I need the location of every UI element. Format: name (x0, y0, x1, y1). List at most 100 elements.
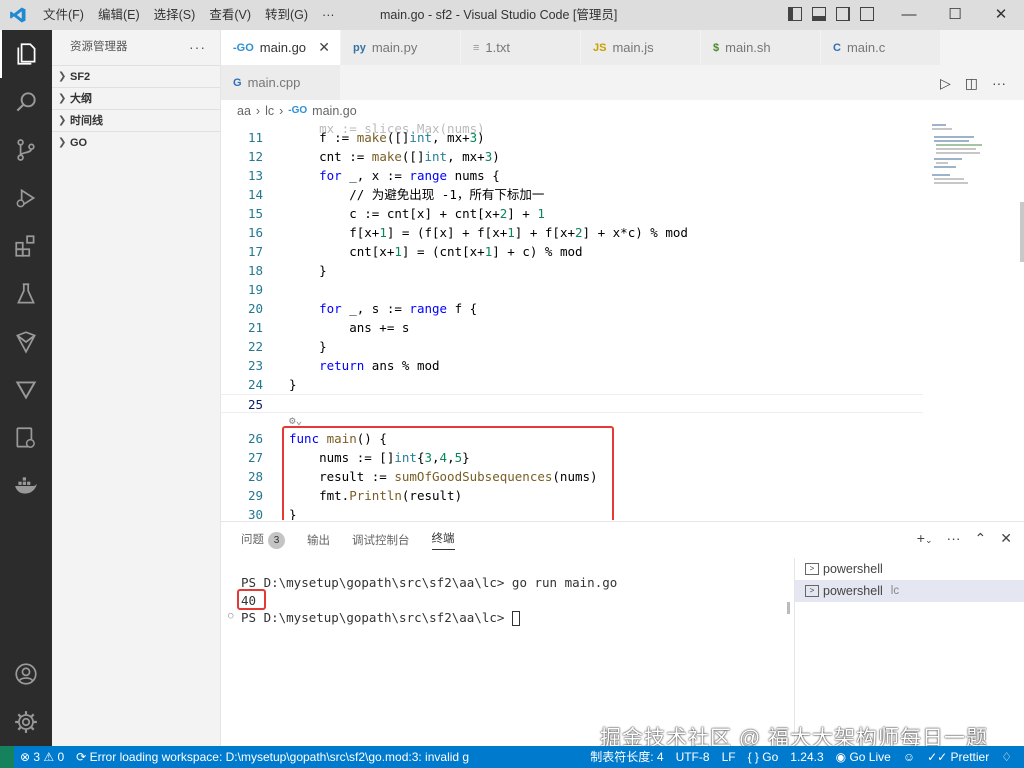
breadcrumb: aa › lc › -GO main.go (221, 100, 1024, 122)
breadcrumb-item[interactable]: main.go (312, 100, 356, 122)
vscode-logo-icon (0, 0, 36, 30)
terminal-output[interactable]: PS D:\mysetup\gopath\src\sf2\aa\lc> go r… (221, 558, 794, 747)
docker-icon[interactable] (0, 462, 52, 510)
account-icon[interactable] (0, 650, 52, 698)
line-number: 25 (247, 397, 263, 412)
eol-status[interactable]: LF (716, 746, 742, 768)
tab-problems[interactable]: 问题 3 (241, 531, 285, 549)
tab-main-py[interactable]: py main.py (341, 30, 461, 65)
editor-actions: ▷ ◫ ··· (940, 75, 1006, 92)
breadcrumb-item[interactable]: lc (265, 100, 274, 122)
go-file-icon: -GO (288, 105, 308, 116)
encoding-status[interactable]: UTF-8 (670, 746, 716, 768)
code-line: 22 } (221, 337, 921, 356)
tab-main-go[interactable]: -GO main.go ✕ (221, 30, 341, 65)
editor-scrollbar[interactable] (1020, 202, 1024, 262)
code-comment: // 为避免出现 -1，所有下标加一 (289, 187, 545, 202)
tab-main-js[interactable]: JS main.js (581, 30, 701, 65)
tab-label: main.c (846, 40, 886, 55)
menu-more[interactable]: ··· (315, 0, 342, 30)
new-terminal-icon[interactable]: +⌄ (917, 530, 933, 547)
layout-controls (788, 7, 874, 21)
code-editor[interactable]: mx := slices.Max(nums) 11 f := make([]in… (221, 122, 1024, 520)
explorer-icon[interactable] (0, 30, 52, 78)
split-editor-icon[interactable]: ◫ (965, 75, 978, 92)
menu-view[interactable]: 查看(V) (202, 0, 258, 30)
window-title: main.go - sf2 - Visual Studio Code [管理员] (380, 8, 618, 22)
workspace-error-status[interactable]: ⟳ Error loading workspace: D:\mysetup\go… (70, 746, 475, 768)
filter-icon[interactable] (0, 366, 52, 414)
go-live-status[interactable]: ◉ Go Live (830, 746, 897, 768)
maximize-button[interactable]: ☐ (932, 0, 978, 30)
close-tab-icon[interactable]: ✕ (318, 39, 330, 56)
tab-1-txt[interactable]: ≡ 1.txt (461, 30, 581, 65)
source-control-icon[interactable] (0, 126, 52, 174)
terminal-scrollbar[interactable] (787, 602, 790, 614)
terminal-cursor (511, 611, 520, 626)
search-icon[interactable] (0, 78, 52, 126)
notifications-bell-icon[interactable]: ♢ (995, 746, 1018, 768)
tab-debug-console[interactable]: 调试控制台 (352, 532, 410, 548)
menu-selection[interactable]: 选择(S) (147, 0, 203, 30)
code-runner-icon[interactable] (0, 414, 52, 462)
line-number: 26 (247, 431, 263, 446)
terminal-list-item[interactable]: > powershell (795, 558, 1024, 580)
problems-status[interactable]: ⊗ 3 ⚠ 0 (14, 746, 70, 768)
section-outline[interactable]: ❯ 大纲 (52, 87, 220, 109)
section-label: GO (70, 136, 88, 149)
tab-label: 问题 (241, 534, 264, 546)
language-status[interactable]: { } Go (742, 746, 785, 768)
python-file-icon: py (353, 41, 366, 54)
toggle-panel-icon[interactable] (812, 7, 826, 21)
breadcrumb-item[interactable]: aa (237, 100, 251, 122)
close-window-button[interactable]: ✕ (978, 0, 1024, 30)
sidebar-more-actions-icon[interactable]: ··· (189, 30, 206, 65)
sidebar-title: 资源管理器 ··· (52, 30, 220, 65)
section-timeline[interactable]: ❯ 时间线 (52, 109, 220, 131)
bottom-panel: 问题 3 输出 调试控制台 终端 +⌄ ··· ⌃ ✕ PS D:\mysetup… (221, 521, 1024, 747)
maximize-panel-icon[interactable]: ⌃ (975, 530, 987, 547)
minimap[interactable] (924, 122, 984, 202)
tab-main-cpp[interactable]: G main.cpp (221, 65, 341, 100)
text-file-icon: ≡ (473, 41, 480, 54)
toggle-secondary-sidebar-icon[interactable] (836, 7, 850, 21)
close-panel-icon[interactable]: ✕ (1000, 530, 1012, 547)
code-line: 17 cnt[x+1] = (cnt[x+1] + c) % mod (221, 242, 921, 261)
run-debug-icon[interactable] (0, 174, 52, 222)
customize-layout-icon[interactable] (860, 7, 874, 21)
menu-file[interactable]: 文件(F) (36, 0, 91, 30)
code-text: } (289, 263, 327, 278)
chevron-right-icon: ❯ (58, 92, 67, 104)
javascript-file-icon: JS (593, 41, 607, 54)
testing-icon[interactable] (0, 270, 52, 318)
remote-explorer-icon[interactable] (0, 318, 52, 366)
line-number: 16 (247, 225, 263, 240)
minimize-button[interactable]: — (886, 0, 932, 30)
tab-label: main.py (371, 40, 418, 55)
terminal-list-item[interactable]: > powershell lc (795, 580, 1024, 602)
extensions-icon[interactable] (0, 222, 52, 270)
tab-main-c[interactable]: C main.c (821, 30, 941, 65)
section-go[interactable]: ❯ GO (52, 131, 220, 153)
run-icon[interactable]: ▷ (940, 75, 951, 92)
line-number: 24 (247, 377, 263, 392)
code-line: 20 for _, s := range f { (221, 299, 921, 318)
settings-gear-icon[interactable] (0, 698, 52, 746)
tab-main-sh[interactable]: $ main.sh (701, 30, 821, 65)
prettier-label: Prettier (950, 750, 990, 764)
line-number: 22 (247, 339, 263, 354)
menu-edit[interactable]: 编辑(E) (91, 0, 147, 30)
more-actions-icon[interactable]: ··· (947, 530, 961, 547)
current-line: 25 (221, 394, 923, 413)
copilot-icon[interactable]: ☺ (897, 746, 921, 768)
section-sf2[interactable]: ❯ SF2 (52, 65, 220, 87)
prettier-status[interactable]: ✓✓ Prettier (921, 746, 995, 768)
tab-terminal[interactable]: 终端 (431, 530, 455, 550)
toggle-sidebar-icon[interactable] (788, 7, 802, 21)
more-actions-icon[interactable]: ··· (992, 75, 1006, 92)
tab-output[interactable]: 输出 (307, 532, 330, 548)
go-version-status[interactable]: 1.24.3 (784, 746, 829, 768)
remote-indicator[interactable] (0, 746, 14, 768)
tab-size-status[interactable]: 制表符长度: 4 (584, 746, 669, 768)
menu-go[interactable]: 转到(G) (258, 0, 315, 30)
